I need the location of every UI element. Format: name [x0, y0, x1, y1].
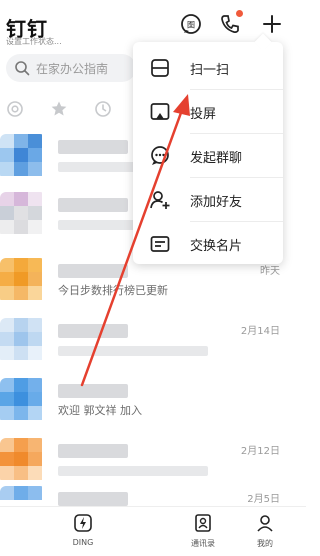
nav-label: 我的	[257, 539, 273, 548]
menu-item-label: 交换名片	[190, 239, 243, 254]
business-card-icon	[150, 236, 170, 252]
chat-preview: 今日步数排行榜已更新	[58, 284, 168, 297]
filter-row	[0, 96, 130, 122]
nav-label: DING	[72, 538, 94, 547]
menu-item-label: 投屏	[190, 107, 217, 122]
chat-time: 2月14日	[240, 326, 280, 337]
scan-icon	[151, 59, 169, 77]
chat-name-blurred	[58, 444, 128, 458]
chat-name-blurred	[58, 324, 128, 338]
avatar	[0, 258, 46, 304]
menu-item-label: 添加好友	[190, 195, 243, 210]
tab-contacts[interactable]: 通讯录	[178, 507, 228, 556]
screen-cast-icon	[150, 103, 170, 120]
star-icon[interactable]	[50, 100, 68, 118]
chat-bubble-icon[interactable]: 图	[180, 13, 202, 35]
avatar	[0, 134, 46, 180]
chat-name-blurred	[58, 140, 128, 154]
menu-item-group-chat[interactable]: 发起群聊	[133, 134, 283, 178]
add-menu-popup: 扫一扫 投屏 发起群聊 添加好友 交换名片	[133, 42, 283, 264]
chat-name-blurred	[58, 384, 128, 398]
ding-icon	[74, 514, 92, 532]
menu-item-exchange-card[interactable]: 交换名片	[133, 222, 283, 266]
history-icon[interactable]	[94, 100, 112, 118]
notification-dot	[236, 10, 243, 17]
group-chat-icon	[151, 146, 169, 165]
tab-ding[interactable]: DING	[58, 507, 108, 556]
status-setting-link[interactable]: 设置工作状态...	[6, 36, 62, 47]
at-icon[interactable]	[6, 100, 24, 118]
me-icon	[257, 515, 273, 532]
chat-name-blurred	[58, 492, 128, 506]
menu-item-add-friend[interactable]: 添加好友	[133, 178, 283, 222]
chat-name-blurred	[58, 198, 128, 212]
search-placeholder: 在家办公指南	[36, 62, 109, 76]
nav-label: 通讯录	[191, 539, 215, 548]
chat-item[interactable]: 欢迎 郭文祥 加入	[0, 372, 306, 432]
chat-preview: 欢迎 郭文祥 加入	[58, 404, 142, 417]
chat-time: 2月5日	[247, 494, 280, 505]
plus-icon[interactable]	[261, 13, 283, 35]
menu-item-scan[interactable]: 扫一扫	[133, 46, 283, 90]
avatar	[0, 438, 46, 484]
svg-text:图: 图	[187, 21, 195, 30]
chat-name-blurred	[58, 264, 128, 278]
avatar	[0, 378, 46, 424]
tab-me[interactable]: 我的	[240, 507, 290, 556]
chat-time: 2月12日	[240, 446, 280, 457]
avatar	[0, 318, 46, 364]
menu-item-label: 扫一扫	[190, 63, 230, 78]
add-friend-icon	[150, 191, 170, 209]
search-icon	[15, 61, 30, 76]
chat-item[interactable]: 2月14日	[0, 312, 306, 372]
bottom-navigation: DING 通讯录 我的	[0, 506, 306, 556]
contacts-icon	[195, 514, 211, 532]
chat-preview-blurred	[58, 466, 208, 476]
menu-item-screen-cast[interactable]: 投屏	[133, 90, 283, 134]
phone-icon[interactable]	[219, 10, 243, 35]
search-bar[interactable]: 在家办公指南	[6, 54, 136, 82]
menu-item-label: 发起群聊	[190, 151, 243, 166]
chat-preview-blurred	[58, 346, 208, 356]
avatar	[0, 192, 46, 238]
